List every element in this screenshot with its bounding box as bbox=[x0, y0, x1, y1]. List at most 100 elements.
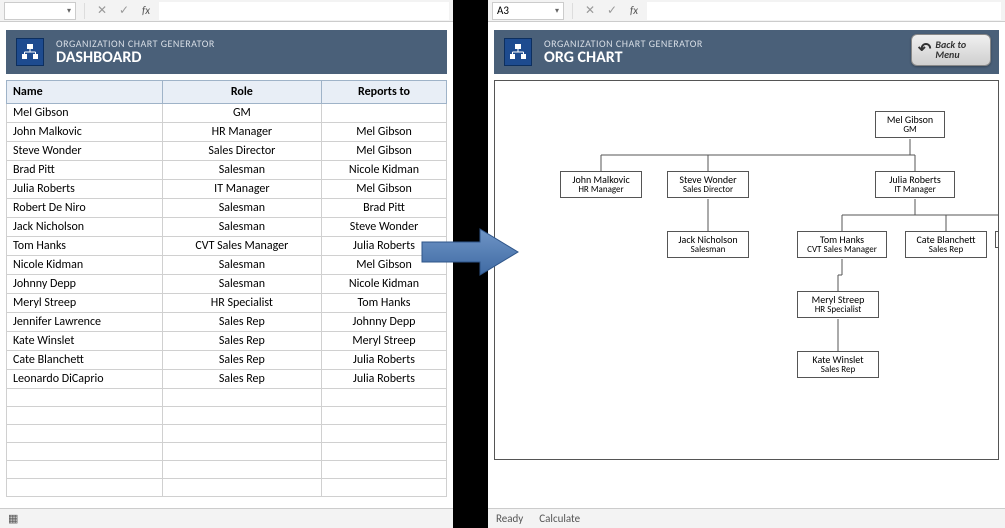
separator bbox=[84, 3, 85, 19]
back-to-menu-button[interactable]: ↶ Back to Menu bbox=[911, 34, 991, 66]
org-node[interactable]: Cate BlanchettSales Rep bbox=[905, 231, 987, 258]
table-row[interactable] bbox=[7, 407, 447, 425]
org-node[interactable]: Jack NicholsonSalesman bbox=[667, 231, 749, 258]
col-role[interactable]: Role bbox=[162, 81, 321, 104]
sheet-area[interactable]: Name Role Reports to Mel GibsonGMJohn Ma… bbox=[0, 80, 453, 510]
cell-role[interactable]: Sales Rep bbox=[162, 332, 321, 351]
cell-reports[interactable]: Brad Pitt bbox=[321, 199, 446, 218]
status-bar: ▦ bbox=[0, 508, 453, 528]
table-row[interactable]: Tom HanksCVT Sales ManagerJulia Roberts bbox=[7, 237, 447, 256]
table-row[interactable] bbox=[7, 461, 447, 479]
back-arrow-icon: ↶ bbox=[918, 42, 931, 58]
cell-role[interactable]: Salesman bbox=[162, 161, 321, 180]
check-icon[interactable]: ✓ bbox=[603, 2, 621, 20]
cell-role[interactable]: HR Manager bbox=[162, 123, 321, 142]
cell-reports[interactable]: Meryl Streep bbox=[321, 332, 446, 351]
org-node[interactable]: Meryl StreepHR Specialist bbox=[797, 291, 879, 318]
table-row[interactable]: Leonardo DiCaprioSales RepJulia Roberts bbox=[7, 370, 447, 389]
transition-arrow-icon bbox=[420, 225, 520, 279]
cell-reports[interactable]: Nicole Kidman bbox=[321, 161, 446, 180]
table-row[interactable]: Mel GibsonGM bbox=[7, 104, 447, 123]
cell-role[interactable]: Salesman bbox=[162, 256, 321, 275]
cell-name[interactable]: Steve Wonder bbox=[7, 142, 163, 161]
cell-name[interactable]: John Malkovic bbox=[7, 123, 163, 142]
name-box[interactable]: A3 ▾ bbox=[492, 2, 564, 20]
org-node[interactable]: Mel GibsonGM bbox=[875, 111, 945, 138]
chevron-down-icon: ▾ bbox=[555, 6, 559, 16]
cell-role[interactable]: GM bbox=[162, 104, 321, 123]
cell-role[interactable]: Salesman bbox=[162, 275, 321, 294]
table-row[interactable] bbox=[7, 389, 447, 407]
cell-reports[interactable]: Mel Gibson bbox=[321, 142, 446, 161]
table-row[interactable]: Nicole KidmanSalesmanMel Gibson bbox=[7, 256, 447, 275]
org-node[interactable]: John MalkovicHR Manager bbox=[560, 171, 642, 198]
cell-name[interactable]: Jennifer Lawrence bbox=[7, 313, 163, 332]
table-row[interactable]: Kate WinsletSales RepMeryl Streep bbox=[7, 332, 447, 351]
table-row[interactable] bbox=[7, 443, 447, 461]
cell-reports[interactable]: Julia Roberts bbox=[321, 370, 446, 389]
table-row[interactable]: Steve WonderSales DirectorMel Gibson bbox=[7, 142, 447, 161]
cell-name[interactable]: Julia Roberts bbox=[7, 180, 163, 199]
cell-name[interactable]: Brad Pitt bbox=[7, 161, 163, 180]
cell-reports[interactable]: Mel Gibson bbox=[321, 123, 446, 142]
col-name[interactable]: Name bbox=[7, 81, 163, 104]
fx-icon[interactable]: fx bbox=[625, 2, 643, 20]
status-bar: Ready Calculate bbox=[488, 508, 1005, 528]
org-chart-canvas[interactable]: Mel GibsonGM John MalkovicHR Manager Steve… bbox=[494, 80, 999, 460]
employee-table[interactable]: Name Role Reports to Mel GibsonGMJohn Ma… bbox=[6, 80, 447, 497]
cell-name[interactable]: Robert De Niro bbox=[7, 199, 163, 218]
cell-role[interactable]: CVT Sales Manager bbox=[162, 237, 321, 256]
cell-role[interactable]: Salesman bbox=[162, 218, 321, 237]
page-title: DASHBOARD bbox=[56, 49, 215, 67]
formula-input[interactable] bbox=[647, 2, 1001, 20]
cell-role[interactable]: Sales Rep bbox=[162, 313, 321, 332]
org-node[interactable]: Steve WonderSales Director bbox=[667, 171, 749, 198]
formula-input[interactable] bbox=[159, 2, 449, 20]
table-row[interactable]: Johnny DeppSalesmanNicole Kidman bbox=[7, 275, 447, 294]
cancel-icon[interactable]: ✕ bbox=[93, 2, 111, 20]
table-row[interactable]: John MalkovicHR ManagerMel Gibson bbox=[7, 123, 447, 142]
cell-name[interactable]: Mel Gibson bbox=[7, 104, 163, 123]
org-node[interactable]: Julia RobertsIT Manager bbox=[875, 171, 955, 198]
table-row[interactable]: Meryl StreepHR SpecialistTom Hanks bbox=[7, 294, 447, 313]
cell-name[interactable]: Cate Blanchett bbox=[7, 351, 163, 370]
cell-role[interactable]: Salesman bbox=[162, 199, 321, 218]
table-row[interactable]: Jennifer LawrenceSales RepJohnny Depp bbox=[7, 313, 447, 332]
table-row[interactable]: Julia RobertsIT ManagerMel Gibson bbox=[7, 180, 447, 199]
cell-reports[interactable]: Tom Hanks bbox=[321, 294, 446, 313]
cell-name[interactable]: Tom Hanks bbox=[7, 237, 163, 256]
cell-reports[interactable]: Julia Roberts bbox=[321, 351, 446, 370]
fx-icon[interactable]: fx bbox=[137, 2, 155, 20]
cell-role[interactable]: IT Manager bbox=[162, 180, 321, 199]
cell-role[interactable]: Sales Rep bbox=[162, 370, 321, 389]
col-reports[interactable]: Reports to bbox=[321, 81, 446, 104]
name-box[interactable]: ▾ bbox=[4, 2, 76, 20]
cell-reports[interactable] bbox=[321, 104, 446, 123]
cell-name[interactable]: Nicole Kidman bbox=[7, 256, 163, 275]
cell-name[interactable]: Kate Winslet bbox=[7, 332, 163, 351]
table-row[interactable]: Brad PittSalesmanNicole Kidman bbox=[7, 161, 447, 180]
cell-name[interactable]: Meryl Streep bbox=[7, 294, 163, 313]
check-icon[interactable]: ✓ bbox=[115, 2, 133, 20]
table-row[interactable] bbox=[7, 425, 447, 443]
formula-bar: A3 ▾ ✕ ✓ fx bbox=[488, 0, 1005, 22]
cell-role[interactable]: Sales Rep bbox=[162, 351, 321, 370]
table-row[interactable] bbox=[7, 479, 447, 497]
org-chart-icon bbox=[504, 38, 532, 66]
cell-role[interactable]: Sales Director bbox=[162, 142, 321, 161]
cell-name[interactable]: Johnny Depp bbox=[7, 275, 163, 294]
org-node[interactable]: Kate WinsletSales Rep bbox=[797, 351, 879, 378]
cell-name[interactable]: Jack Nicholson bbox=[7, 218, 163, 237]
org-node[interactable]: Leo bbox=[995, 231, 999, 248]
formula-bar: ▾ ✕ ✓ fx bbox=[0, 0, 453, 22]
table-row[interactable]: Cate BlanchettSales RepJulia Roberts bbox=[7, 351, 447, 370]
table-row[interactable]: Robert De NiroSalesmanBrad Pitt bbox=[7, 199, 447, 218]
sheet-tab-icon[interactable]: ▦ bbox=[8, 512, 18, 525]
cell-reports[interactable]: Mel Gibson bbox=[321, 180, 446, 199]
org-node[interactable]: Tom HanksCVT Sales Manager bbox=[797, 231, 887, 258]
cell-name[interactable]: Leonardo DiCaprio bbox=[7, 370, 163, 389]
cell-reports[interactable]: Johnny Depp bbox=[321, 313, 446, 332]
table-row[interactable]: Jack NicholsonSalesmanSteve Wonder bbox=[7, 218, 447, 237]
cell-role[interactable]: HR Specialist bbox=[162, 294, 321, 313]
cancel-icon[interactable]: ✕ bbox=[581, 2, 599, 20]
